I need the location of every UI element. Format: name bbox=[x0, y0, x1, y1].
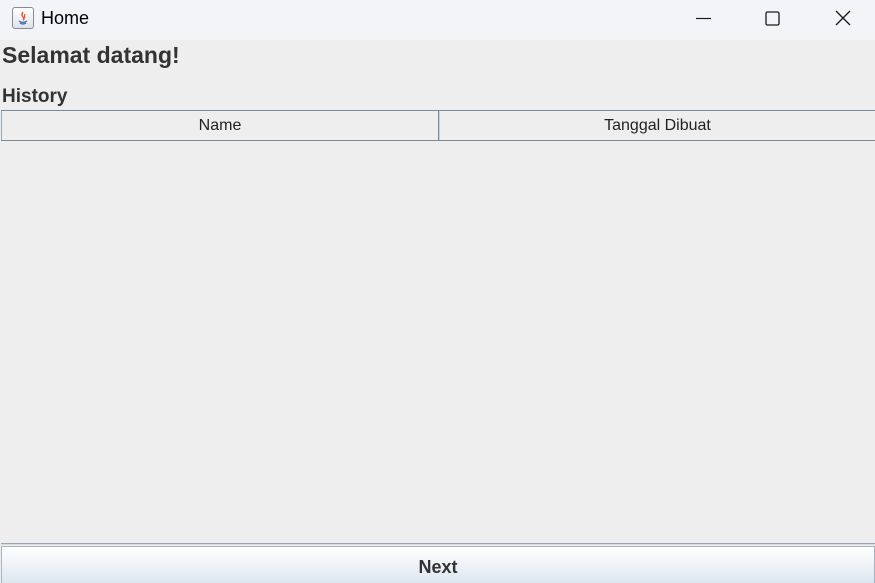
title-bar[interactable]: Home bbox=[0, 0, 875, 40]
history-label: History bbox=[2, 86, 68, 107]
minimize-icon bbox=[696, 17, 711, 20]
column-header-name[interactable]: Name bbox=[1, 111, 439, 140]
close-button[interactable] bbox=[808, 0, 875, 38]
divider bbox=[1, 543, 875, 545]
table-body[interactable] bbox=[1, 141, 875, 543]
column-header-tanggal-dibuat[interactable]: Tanggal Dibuat bbox=[439, 111, 875, 140]
maximize-button[interactable] bbox=[738, 0, 808, 38]
next-button[interactable]: Next bbox=[1, 546, 875, 583]
close-icon bbox=[835, 10, 851, 26]
maximize-icon bbox=[765, 11, 780, 26]
window-title: Home bbox=[41, 8, 90, 28]
java-app-icon[interactable] bbox=[12, 7, 34, 29]
minimize-button[interactable] bbox=[669, 0, 739, 38]
history-table[interactable]: Name Tanggal Dibuat bbox=[1, 110, 875, 544]
welcome-heading: Selamat datang! bbox=[2, 42, 180, 68]
app-window: Home Selamat datang! History Name Tangga… bbox=[0, 0, 875, 583]
table-header: Name Tanggal Dibuat bbox=[1, 111, 875, 141]
